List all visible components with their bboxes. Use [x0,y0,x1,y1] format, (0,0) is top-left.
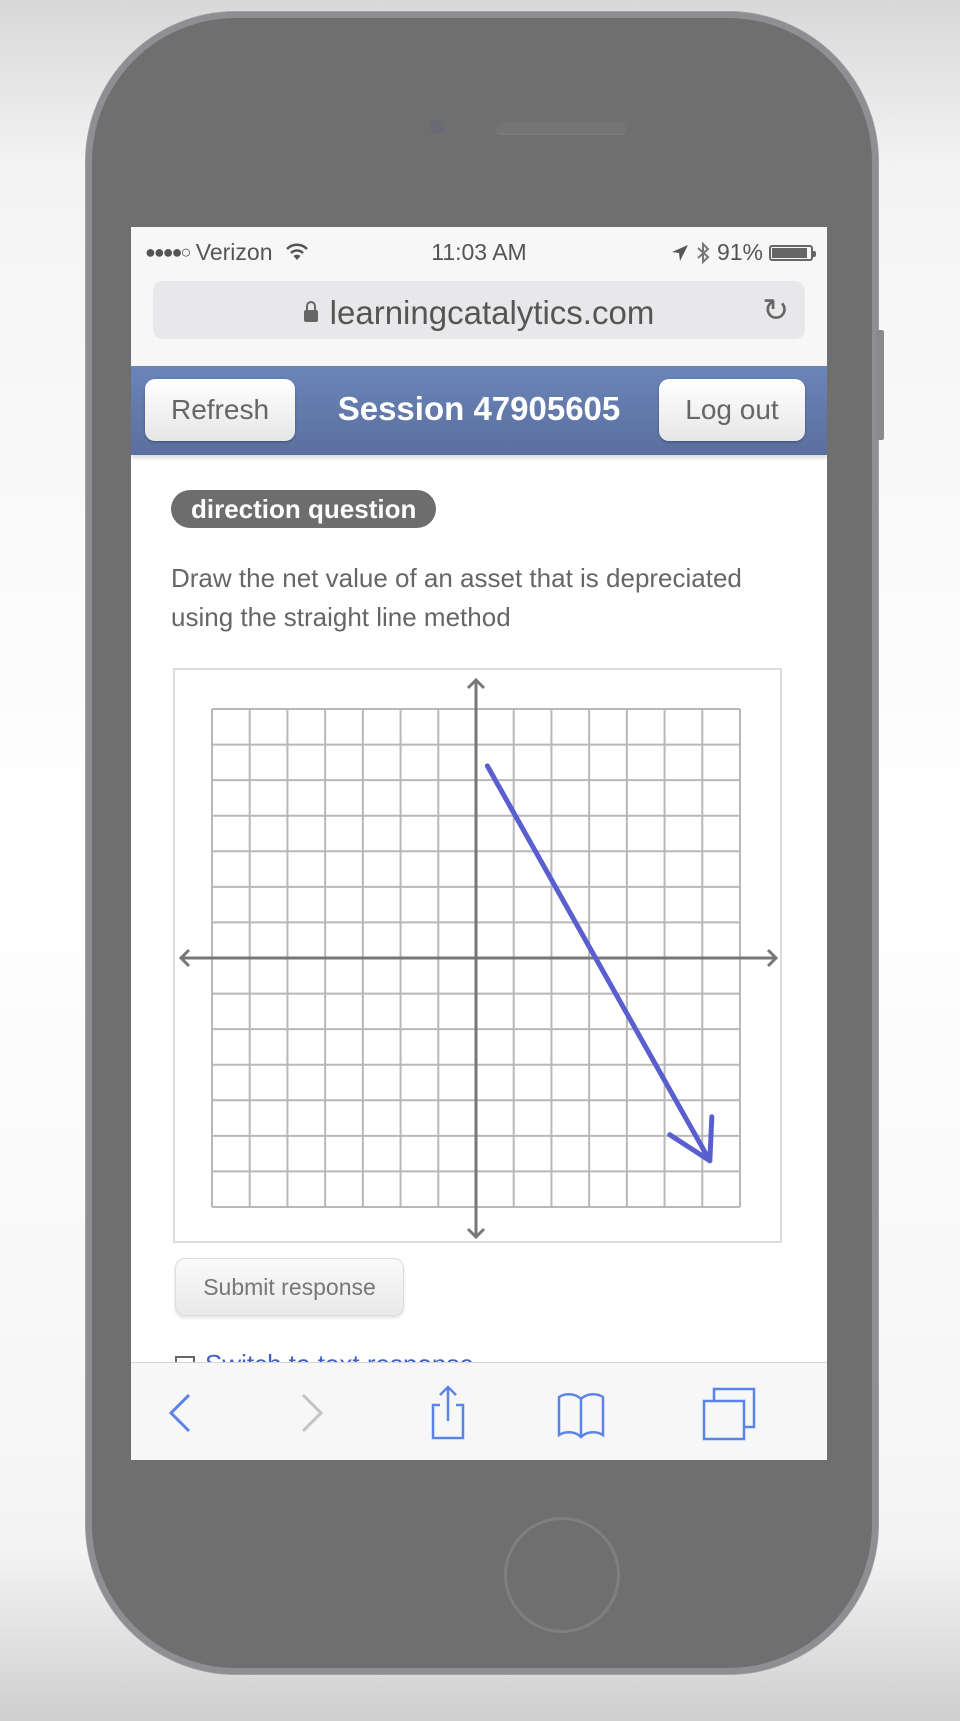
session-header: Refresh Session 47905605 Log out [131,366,827,455]
forward-icon[interactable] [281,1383,341,1443]
bluetooth-icon [697,241,710,264]
phone-screen: ●●●●○ Verizon 11:03 AM 91% learningcatal… [131,227,827,1460]
battery-percent: 91% [716,239,763,265]
drawn-line [484,763,713,1164]
home-button[interactable] [504,1517,620,1633]
submit-response-button[interactable]: Submit response [175,1258,404,1316]
bookmarks-icon[interactable] [551,1383,611,1443]
tabs-icon[interactable] [696,1383,756,1443]
back-icon[interactable] [151,1383,211,1443]
browser-address-area: learningcatalytics.com ↻ [131,275,827,366]
side-button[interactable] [876,330,884,440]
location-icon [671,244,688,261]
logout-button[interactable]: Log out [659,379,805,441]
status-bar: ●●●●○ Verizon 11:03 AM 91% [131,227,827,275]
battery-icon [769,244,816,261]
session-title: Session 47905605 [337,390,621,427]
question-prompt: Draw the net value of an asset that is d… [171,563,742,632]
battery-fill [772,247,807,258]
graph-svg[interactable] [175,670,784,1245]
share-icon[interactable] [418,1383,478,1443]
url-text: learningcatalytics.com [329,294,655,331]
address-bar[interactable]: learningcatalytics.com ↻ [153,281,805,339]
refresh-button[interactable]: Refresh [145,379,295,441]
lock-icon [303,301,318,322]
reload-icon[interactable]: ↻ [762,291,789,329]
drawing-canvas[interactable] [173,668,782,1243]
question-type-badge: direction question [171,490,437,528]
front-camera [430,120,444,134]
browser-toolbar [131,1362,827,1460]
earpiece-speaker [496,122,626,134]
